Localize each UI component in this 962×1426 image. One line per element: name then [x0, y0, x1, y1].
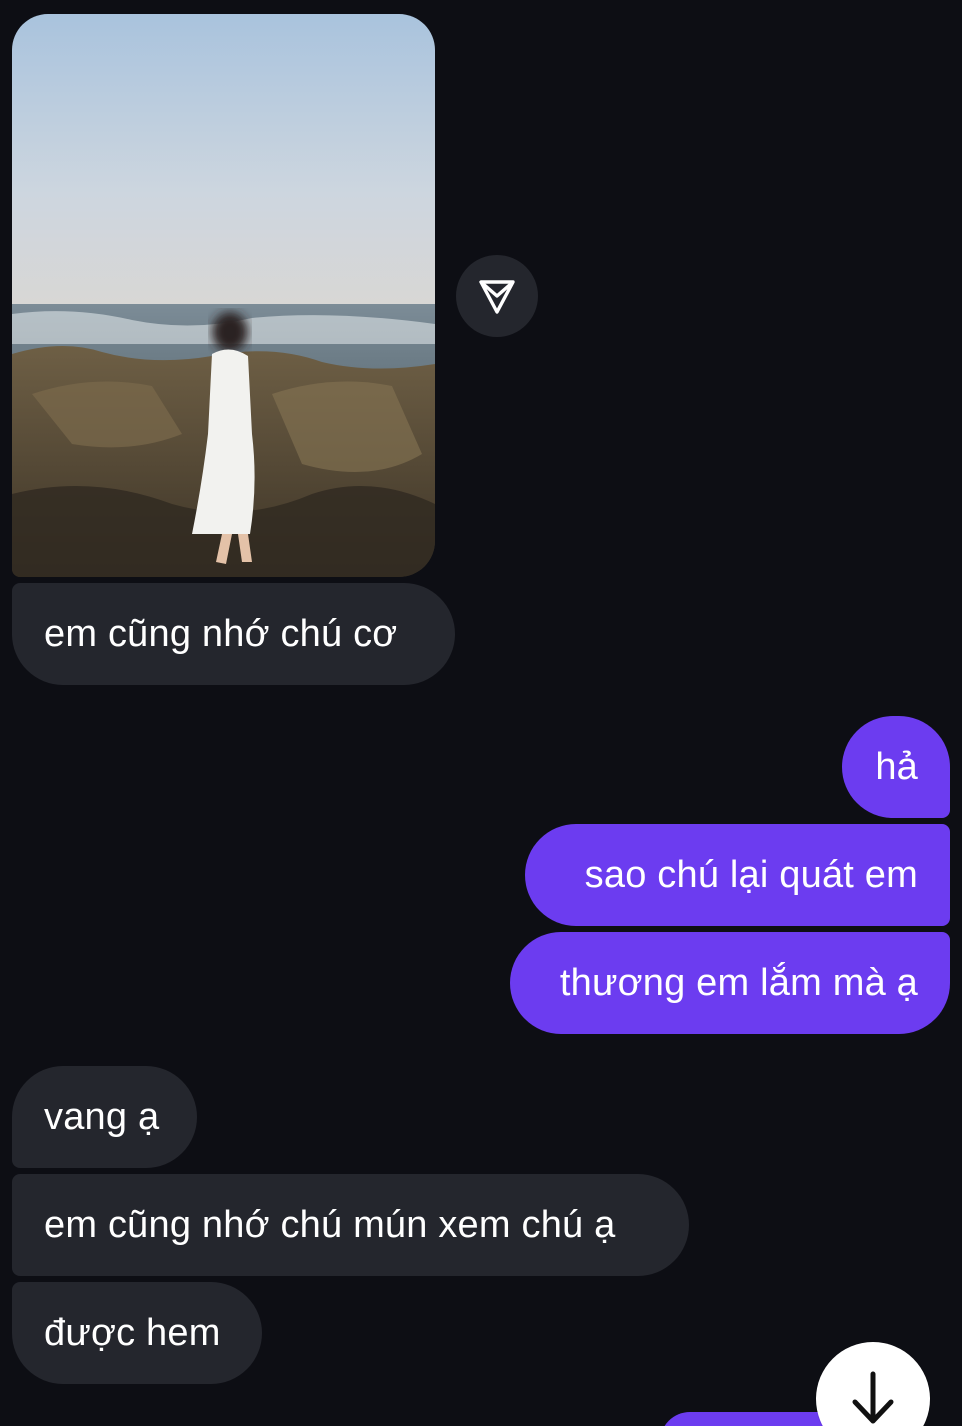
message-incoming[interactable]: em cũng nhớ chú cơ — [12, 583, 455, 685]
message-outgoing[interactable]: sao chú lại quát em — [525, 824, 950, 926]
message-incoming[interactable]: được hem — [12, 1282, 262, 1384]
beach-photo-image — [12, 14, 435, 577]
message-incoming[interactable]: vang ạ — [12, 1066, 197, 1168]
scroll-to-bottom-button[interactable] — [816, 1342, 930, 1426]
shared-photo[interactable] — [12, 14, 435, 577]
message-incoming[interactable]: em cũng nhớ chú mún xem chú ạ — [12, 1174, 689, 1276]
share-button[interactable] — [456, 255, 538, 337]
chat-thread: em cũng nhớ chú cơ hả sao chú lại quát e… — [0, 0, 962, 1426]
message-text: hả — [875, 745, 918, 788]
paper-plane-icon — [479, 280, 515, 314]
message-text: vang ạ — [44, 1095, 160, 1138]
message-text: thương em lắm mà ạ — [559, 961, 918, 1004]
message-outgoing[interactable]: thương em lắm mà ạ — [510, 932, 950, 1034]
message-text: em cũng nhớ chú mún xem chú ạ — [44, 1203, 616, 1246]
message-text: sao chú lại quát em — [584, 853, 918, 896]
message-text: em cũng nhớ chú cơ — [44, 612, 398, 655]
arrow-down-icon — [852, 1371, 894, 1424]
message-outgoing[interactable]: hả — [842, 716, 950, 818]
message-text: được hem — [44, 1311, 221, 1354]
